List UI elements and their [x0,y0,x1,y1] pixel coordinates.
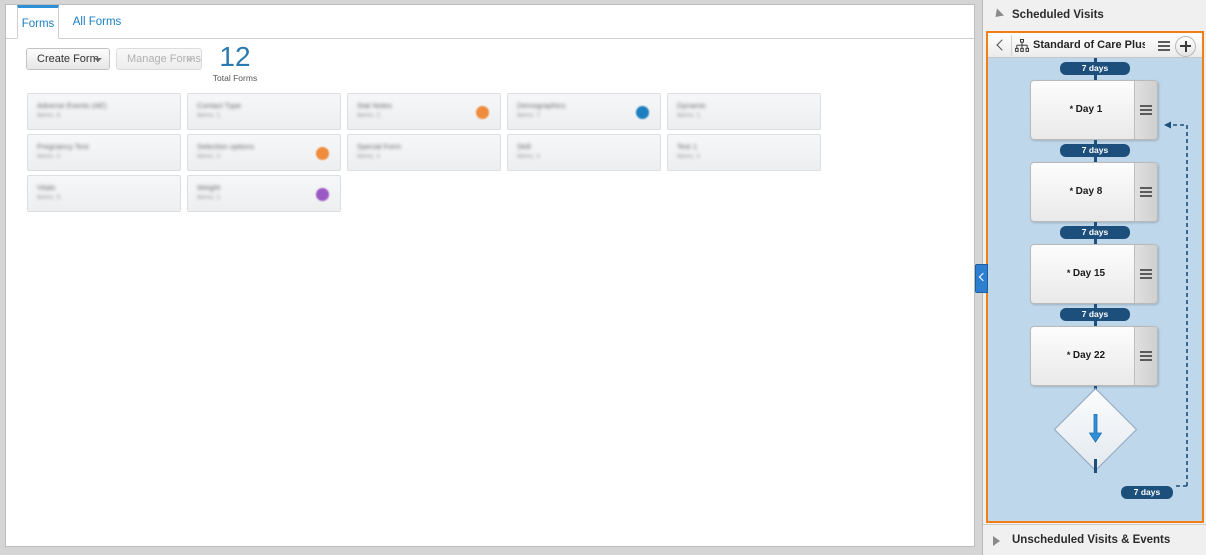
panel-collapse-handle[interactable] [975,264,988,293]
visit-card[interactable]: * Day 1 [1030,80,1158,140]
form-card-subtitle: Items: 3 [37,194,61,201]
visit-card[interactable]: * Day 15 [1030,244,1158,304]
hamburger-lines [1140,269,1152,281]
form-card[interactable]: Test 1 Items: 1 [667,134,821,171]
manage-forms-button: Manage Forms [116,48,202,70]
form-card[interactable]: Stat Notes Items: 2 [347,93,501,130]
form-card[interactable]: Vitals Items: 3 [27,175,181,212]
form-card[interactable]: Special Form Items: 1 [347,134,501,171]
back-chevron-icon[interactable] [994,37,1008,53]
form-card-subtitle: Items: 2 [357,112,381,119]
header-divider [1011,35,1012,56]
app-window: Forms All Forms Create Form Manage Forms… [0,0,1206,555]
chevron-down-icon [186,58,194,62]
create-form-label: Create Form [37,53,99,65]
chevron-down-icon [94,58,102,62]
forms-panel: Forms All Forms Create Form Manage Forms… [5,4,975,547]
schedule-panel: Scheduled Visits Standard of Care Plus [982,0,1206,555]
form-card[interactable]: Adverse Events (AE) Items: 4 [27,93,181,130]
form-status-dot [316,147,329,160]
tab-bar: Forms All Forms [6,5,974,39]
form-card-title: Contact Type [197,101,242,110]
form-card[interactable]: Demographics Items: 7 [507,93,661,130]
visit-card-menu-icon[interactable] [1134,245,1157,303]
form-card-title: Vitals [37,183,56,192]
visit-card[interactable]: * Day 8 [1030,162,1158,222]
total-forms-summary: 12 Total Forms [206,41,264,84]
visit-schedule-diagram: Standard of Care Plus A... 7 days * Day 1… [986,31,1204,523]
section-header-scheduled-visits[interactable]: Scheduled Visits [983,0,1206,30]
form-card-subtitle: Items: 1 [357,153,381,160]
form-card-title: Special Form [357,142,402,151]
forms-card-grid: Adverse Events (AE) Items: 4 Contact Type I… [27,93,827,216]
interval-badge[interactable]: 7 days [1060,62,1130,75]
form-card-title: Test 1 [677,142,698,151]
total-forms-label: Total Forms [212,73,258,83]
triangle-expanded-icon [991,8,1005,21]
form-card-title: Dynamic [677,101,707,110]
hamburger-lines [1140,105,1152,117]
form-card-subtitle: Items: 1 [197,112,221,119]
form-card-subtitle: Items: 7 [517,112,541,119]
triangle-collapsed-icon [993,536,1000,546]
form-card-title: Selection options [197,142,255,151]
visit-name: Day 15 [1072,268,1106,279]
diagram-title: Standard of Care Plus A... [1033,39,1145,51]
form-status-dot [636,106,649,119]
form-card[interactable]: Dynamic Items: 1 [667,93,821,130]
form-card[interactable]: Selection options Items: 2 [187,134,341,171]
study-hierarchy-icon [1015,39,1029,52]
create-form-button[interactable]: Create Form [26,48,110,70]
diagram-canvas: 7 days * Day 1 7 days * Day 8 7 days * Day 15… [988,58,1202,521]
form-card-subtitle: Items: 1 [677,112,701,119]
main-content-pane: Forms All Forms Create Form Manage Forms… [0,0,982,555]
form-card[interactable]: Contact Type Items: 1 [187,93,341,130]
form-card-title: Demographics [517,101,566,110]
hamburger-lines [1140,351,1152,363]
form-card-title: Pregnancy Test [37,142,89,151]
visit-card-menu-icon[interactable] [1134,163,1157,221]
visit-card[interactable]: * Day 22 [1030,326,1158,386]
visit-name: Day 22 [1072,350,1106,361]
form-card-title: Stat Notes [357,101,393,110]
form-card-subtitle: Items: 2 [197,153,221,160]
hamburger-lines [1140,187,1152,199]
form-card[interactable]: Weight Items: 1 [187,175,341,212]
form-card-subtitle: Items: 4 [37,112,61,119]
scheduled-visits-title: Scheduled Visits [1012,9,1104,21]
loop-interval-badge[interactable]: 7 days [1121,486,1173,499]
add-visit-button[interactable] [1175,36,1196,57]
tab-forms[interactable]: Forms [17,5,59,39]
form-status-dot [476,106,489,119]
form-card-subtitle: Items: 1 [677,153,701,160]
form-card-title: Adverse Events (AE) [37,101,107,110]
form-card-title: Skill [517,142,531,151]
interval-badge[interactable]: 7 days [1060,308,1130,321]
form-card-subtitle: Items: 1 [517,153,541,160]
tab-all-forms[interactable]: All Forms [64,5,130,39]
diagram-header: Standard of Care Plus A... [988,33,1202,58]
section-header-unscheduled-visits[interactable]: Unscheduled Visits & Events [983,524,1206,554]
form-status-dot [316,188,329,201]
form-card[interactable]: Skill Items: 1 [507,134,661,171]
interval-badge[interactable]: 7 days [1060,226,1130,239]
form-card-subtitle: Items: 2 [37,153,61,160]
visit-name: Day 8 [1075,186,1103,197]
visit-name: Day 1 [1075,104,1103,115]
form-card[interactable]: Pregnancy Test Items: 2 [27,134,181,171]
forms-toolbar: Create Form Manage Forms 12 Total Forms [6,39,974,89]
interval-badge[interactable]: 7 days [1060,144,1130,157]
flow-connector-line [1094,459,1097,473]
visit-card-menu-icon[interactable] [1134,327,1157,385]
total-forms-count: 12 [219,41,251,72]
unscheduled-visits-title: Unscheduled Visits & Events [1012,534,1171,546]
diagram-menu-icon[interactable] [1158,41,1170,51]
form-card-title: Weight [197,183,221,192]
form-card-subtitle: Items: 1 [197,194,221,201]
visit-card-menu-icon[interactable] [1134,81,1157,139]
